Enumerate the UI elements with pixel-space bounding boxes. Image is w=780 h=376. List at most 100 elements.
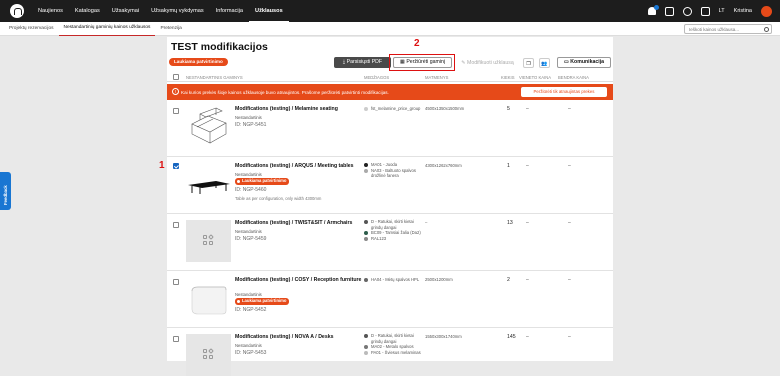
- nav-item-uzsakymai[interactable]: Užsakymai: [106, 0, 145, 22]
- meeting-table-drawing: [188, 181, 230, 194]
- notification-bell-icon[interactable]: [647, 5, 659, 15]
- total-price: –: [568, 334, 571, 340]
- feedback-tab[interactable]: Feedback: [0, 172, 11, 210]
- product-image[interactable]: [186, 277, 231, 319]
- material-item: PA01 - Šviesus melaminas: [364, 350, 422, 356]
- material-swatch: [364, 231, 368, 236]
- nav-item-naujienos[interactable]: Naujienos: [32, 0, 69, 22]
- product-name[interactable]: Modifications (testing) / Melamine seati…: [235, 106, 363, 112]
- header-total-price: BENDRA KAINA: [558, 75, 589, 80]
- material-swatch: [364, 220, 368, 224]
- nav-item-uzklausos[interactable]: Užklausos: [249, 0, 289, 22]
- tab-nestandartiniu-gaminiu-uzklausos[interactable]: Nestandartinių gaminių kainos užklausos: [58, 21, 156, 36]
- total-price: –: [568, 163, 571, 169]
- materials-list: MA01 - Juoda NA03 - Baltuoto spalvos dro…: [364, 162, 422, 179]
- row-status-badge: Laukiama patvirtinimo: [235, 298, 290, 305]
- product-image-placeholder[interactable]: [186, 334, 231, 376]
- material-swatch: [364, 163, 368, 167]
- search-icon[interactable]: [764, 26, 769, 32]
- product-type: Nestandartinis: [235, 292, 262, 297]
- product-quantity: 1: [507, 163, 510, 169]
- product-image[interactable]: [186, 163, 231, 205]
- update-alert: ! Kai kurios prekės šioje kainos užklaus…: [167, 84, 613, 100]
- product-name[interactable]: Modifications (testing) / TWIST&SIT / Ar…: [235, 220, 363, 226]
- material-text: D - Ratukai, skirti kietai grindų dangai: [371, 219, 414, 230]
- row-checkbox[interactable]: [173, 108, 179, 114]
- download-pdf-label: Parsisiųsti PDF: [346, 59, 383, 65]
- top-navbar: Naujienos Katalogas Užsakymai Užsakymų v…: [0, 0, 780, 22]
- product-dimensions: 4500x1350x1500mm: [425, 106, 465, 111]
- product-type: Nestandartinis: [235, 229, 262, 234]
- table-row[interactable]: Modifications (testing) / Melamine seati…: [167, 101, 613, 157]
- user-name[interactable]: Kristina: [734, 8, 752, 14]
- total-price: –: [568, 277, 571, 283]
- material-text: HA04 - Mėtų spalvos HPL: [371, 277, 420, 282]
- communication-label: Komunikacija: [570, 59, 605, 65]
- product-image-placeholder[interactable]: [186, 220, 231, 262]
- tab-projektu-rezervacijos[interactable]: Projektų rezervacijos: [4, 22, 59, 36]
- page-title: TEST modifikacijos: [171, 41, 268, 53]
- materials-list: D - Ratukai, skirti kietai grindų dangai…: [364, 219, 422, 241]
- messages-icon[interactable]: [664, 6, 674, 16]
- unit-price: –: [526, 334, 529, 340]
- table-row[interactable]: Modifications (testing) / TWIST&SIT / Ar…: [167, 215, 613, 271]
- product-image[interactable]: [186, 106, 231, 148]
- material-item: D - Ratukai, skirti kietai grindų dangai: [364, 219, 422, 230]
- table-row[interactable]: Modifications (testing) / NOVA A / Desks…: [167, 329, 613, 376]
- product-dimensions: 1550x300x1740mm: [425, 334, 462, 339]
- users-icon: 👥: [541, 61, 548, 67]
- product-quantity: 145: [507, 334, 516, 340]
- row-checkbox[interactable]: [173, 222, 179, 228]
- table-row[interactable]: Modifications (testing) / ARQUS / Meetin…: [167, 158, 613, 214]
- header-quantity: KIEKIS: [501, 75, 515, 80]
- material-swatch: [364, 236, 368, 241]
- product-name[interactable]: Modifications (testing) / NOVA A / Desks: [235, 334, 363, 340]
- row-checkbox[interactable]: [173, 163, 179, 169]
- main-nav: Naujienos Katalogas Užsakymai Užsakymų v…: [32, 0, 289, 22]
- nav-item-katalogas[interactable]: Katalogas: [69, 0, 106, 22]
- avatar[interactable]: [761, 5, 772, 17]
- search-input[interactable]: [684, 24, 772, 34]
- product-name[interactable]: Modifications (testing) / ARQUS / Meetin…: [235, 163, 363, 169]
- material-text: BC09 - Tamsiai žalia (Da2): [371, 230, 421, 236]
- modify-request-button[interactable]: ✎ Modifikuoti užklausą: [458, 58, 517, 69]
- select-all-checkbox[interactable]: [173, 74, 179, 80]
- reception-furniture-drawing: [191, 286, 227, 315]
- language-selector[interactable]: LT: [719, 8, 725, 14]
- tab-pretenzija[interactable]: Pretenzija: [155, 22, 186, 36]
- material-swatch: [364, 107, 368, 111]
- material-swatch: [364, 345, 368, 350]
- product-id: ID: NGP-5452: [235, 307, 267, 313]
- material-text: D - Ratukai, skirti kietai grindų dangai: [371, 333, 414, 344]
- row-checkbox[interactable]: [173, 336, 179, 342]
- unit-price: –: [526, 106, 529, 112]
- material-swatch: [364, 350, 368, 355]
- modify-request-label: Modifikuoti užklausą: [467, 60, 514, 66]
- product-name[interactable]: Modifications (testing) / COSY / Recepti…: [235, 277, 363, 283]
- copy-button[interactable]: ❐: [523, 58, 534, 68]
- feedback-label: Feedback: [3, 185, 8, 205]
- material-swatch: [364, 278, 368, 282]
- copy-icon: ❐: [526, 61, 531, 67]
- view-updated-button[interactable]: Peržiūrėti tik atnaujintas prekes: [521, 87, 607, 97]
- header-dimensions: MATMENYS: [425, 75, 449, 80]
- nav-item-informacija[interactable]: Informacija: [210, 0, 249, 22]
- unit-price: –: [526, 277, 529, 283]
- materials-list: fst_melamine_price_group: [364, 106, 422, 112]
- product-note: Table as per configuration, only width 4…: [235, 196, 322, 201]
- material-text: RAL123: [371, 235, 387, 241]
- table-row[interactable]: Modifications (testing) / COSY / Recepti…: [167, 272, 613, 328]
- row-checkbox[interactable]: [173, 279, 179, 285]
- communication-button[interactable]: ▭ Komunikacija: [557, 57, 611, 68]
- globe-icon[interactable]: [700, 6, 710, 16]
- nav-item-uzsakymu-vykdymas[interactable]: Užsakymų vykdymas: [145, 0, 210, 22]
- help-icon[interactable]: [682, 6, 692, 16]
- header-unit-price: VIENETO KAINA: [519, 75, 552, 80]
- info-icon: !: [172, 88, 179, 95]
- status-badge: Laukiama patvirtinimo: [169, 58, 228, 66]
- users-button[interactable]: 👥: [539, 58, 550, 68]
- product-quantity: 13: [507, 220, 513, 226]
- image-placeholder-icon: [203, 234, 214, 246]
- download-pdf-button[interactable]: ⤓ Parsisiųsti PDF: [334, 57, 391, 68]
- brand-logo-icon[interactable]: [10, 4, 24, 18]
